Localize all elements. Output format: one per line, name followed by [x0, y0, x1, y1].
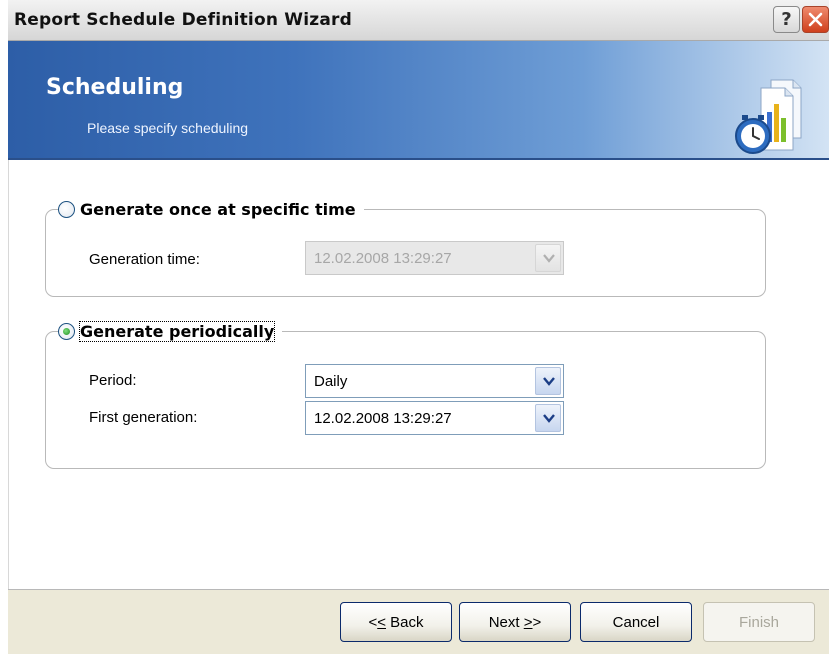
generate-once-label[interactable]: Generate once at specific time: [80, 200, 356, 219]
page-subtitle: Please specify scheduling: [87, 120, 249, 136]
back-button-mnemonic: <: [377, 613, 386, 631]
window-title: Report Schedule Definition Wizard: [14, 10, 352, 30]
chevron-down-icon: [543, 414, 555, 423]
cancel-button[interactable]: Cancel: [580, 602, 692, 642]
generate-periodically-radio[interactable]: [58, 323, 75, 340]
help-icon: ?: [781, 9, 792, 30]
report-schedule-icon: [735, 79, 802, 154]
generate-periodically-group: [45, 331, 766, 469]
cancel-button-label: Cancel: [612, 613, 660, 631]
generate-periodically-option[interactable]: Generate periodically: [58, 321, 283, 342]
finish-button: Finish: [703, 602, 815, 642]
back-button-prefix: <: [368, 613, 378, 631]
next-button-prefix: Next: [488, 613, 524, 631]
generation-time-label: Generation time:: [89, 251, 200, 268]
first-generation-picker[interactable]: 12.02.2008 13:29:27: [305, 401, 564, 435]
back-button-text: Back: [386, 613, 424, 631]
first-generation-dropdown-button[interactable]: [535, 404, 561, 432]
chevron-down-icon: [543, 254, 555, 263]
generation-time-picker: 12.02.2008 13:29:27: [305, 241, 564, 275]
next-button-text: >: [532, 613, 542, 631]
close-button[interactable]: [802, 6, 829, 33]
page-title: Scheduling: [46, 75, 184, 100]
close-icon: [808, 12, 823, 27]
next-button[interactable]: Next > >: [459, 602, 571, 642]
next-button-mnemonic: >: [523, 613, 533, 631]
period-select[interactable]: Daily: [305, 364, 564, 398]
help-button[interactable]: ?: [773, 6, 800, 33]
first-generation-label: First generation:: [89, 409, 198, 426]
chevron-down-icon: [543, 377, 555, 386]
period-label: Period:: [89, 372, 137, 389]
generation-time-dropdown-button: [535, 244, 561, 272]
header-banner: Scheduling Please specify scheduling: [8, 41, 829, 158]
generate-periodically-label[interactable]: Generate periodically: [78, 321, 276, 342]
period-dropdown-button[interactable]: [535, 367, 561, 395]
first-generation-value: 12.02.2008 13:29:27: [314, 410, 452, 427]
wizard-window: Report Schedule Definition Wizard ? Sche…: [0, 0, 829, 654]
generation-time-value: 12.02.2008 13:29:27: [314, 250, 452, 267]
generate-once-option[interactable]: Generate once at specific time: [58, 200, 364, 219]
title-bar[interactable]: Report Schedule Definition Wizard ?: [8, 0, 829, 41]
period-value: Daily: [314, 373, 348, 390]
header-divider: [8, 158, 829, 160]
generate-once-radio[interactable]: [58, 201, 75, 218]
back-button[interactable]: < < Back: [340, 602, 452, 642]
finish-button-label: Finish: [738, 613, 779, 631]
